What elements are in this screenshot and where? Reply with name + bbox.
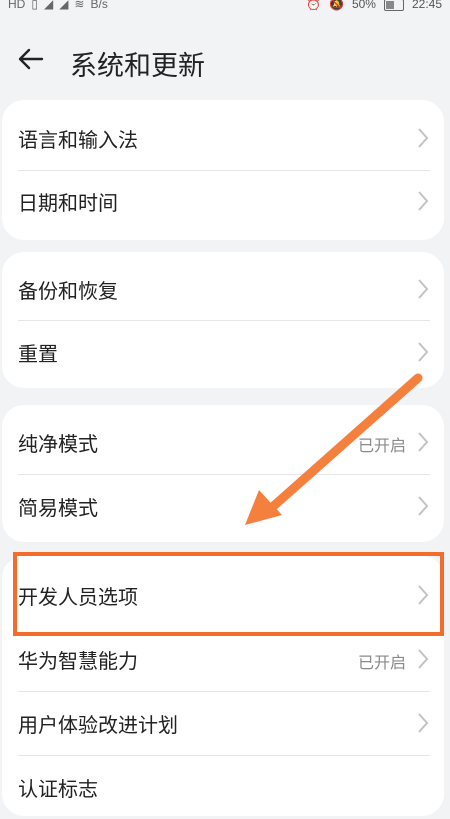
status-icons-left: HD ▯ ◢ ◢ ≋ B/s xyxy=(8,0,108,11)
chevron-right-icon xyxy=(418,432,429,452)
row-label: 简易模式 xyxy=(18,496,98,520)
row-huawei-ai[interactable]: 华为智慧能力 已开启 xyxy=(2,629,444,691)
chevron-right-icon xyxy=(418,649,429,669)
status-text: 已开启 xyxy=(357,436,406,455)
page-header: 系统和更新 xyxy=(0,30,450,90)
row-label: 华为智慧能力 xyxy=(18,649,138,673)
divider xyxy=(18,474,430,475)
clock: 22:45 xyxy=(411,0,442,11)
row-label: 日期和时间 xyxy=(18,191,118,215)
row-date-time[interactable]: 日期和时间 xyxy=(2,171,444,233)
status-icons-right: ⏰ 🔕 50% 22:45 xyxy=(306,0,442,11)
signal-icon: ◢ xyxy=(43,0,54,11)
sim-icon: ▯ xyxy=(31,0,38,11)
row-label: 认证标志 xyxy=(18,777,98,801)
divider xyxy=(18,320,430,321)
chevron-right-icon xyxy=(418,342,429,362)
row-language-input[interactable]: 语言和输入法 xyxy=(2,108,444,170)
page-title: 系统和更新 xyxy=(70,51,205,82)
chevron-right-icon xyxy=(418,191,429,211)
row-simple-mode[interactable]: 简易模式 xyxy=(2,476,444,538)
signal-icon-2: ◢ xyxy=(59,0,69,11)
row-label: 语言和输入法 xyxy=(18,128,138,152)
status-text: 已开启 xyxy=(357,653,406,672)
speed-text: B/s xyxy=(90,0,108,11)
highlight-box xyxy=(13,552,444,636)
row-user-experience[interactable]: 用户体验改进计划 xyxy=(2,693,444,755)
row-backup-restore[interactable]: 备份和恢复 xyxy=(2,259,444,321)
chevron-right-icon xyxy=(418,713,429,733)
settings-group-language-date: 语言和输入法 日期和时间 xyxy=(2,100,444,240)
back-arrow-icon[interactable] xyxy=(16,44,46,74)
row-label: 纯净模式 xyxy=(18,432,98,456)
row-label: 备份和恢复 xyxy=(18,279,118,303)
chevron-right-icon xyxy=(418,279,429,299)
row-label: 用户体验改进计划 xyxy=(18,713,178,737)
row-label: 重置 xyxy=(18,342,58,366)
battery-percent: 50% xyxy=(351,0,376,11)
mute-icon: 🔕 xyxy=(328,0,344,11)
row-reset[interactable]: 重置 xyxy=(2,322,444,384)
hd-icon: HD xyxy=(8,0,26,11)
wifi-icon: ≋ xyxy=(74,0,85,11)
settings-group-modes: 纯净模式 已开启 简易模式 xyxy=(2,405,444,542)
alarm-icon: ⏰ xyxy=(306,0,321,11)
chevron-right-icon xyxy=(418,496,429,516)
chevron-right-icon xyxy=(418,128,429,148)
settings-group-backup-reset: 备份和恢复 重置 xyxy=(2,252,444,388)
divider xyxy=(18,755,430,756)
battery-icon xyxy=(383,0,404,11)
row-pure-mode[interactable]: 纯净模式 已开启 xyxy=(2,412,444,474)
divider xyxy=(18,691,430,692)
status-bar: HD ▯ ◢ ◢ ≋ B/s ⏰ 🔕 50% 22:45 xyxy=(0,0,450,18)
row-certification[interactable]: 认证标志 xyxy=(2,757,444,819)
